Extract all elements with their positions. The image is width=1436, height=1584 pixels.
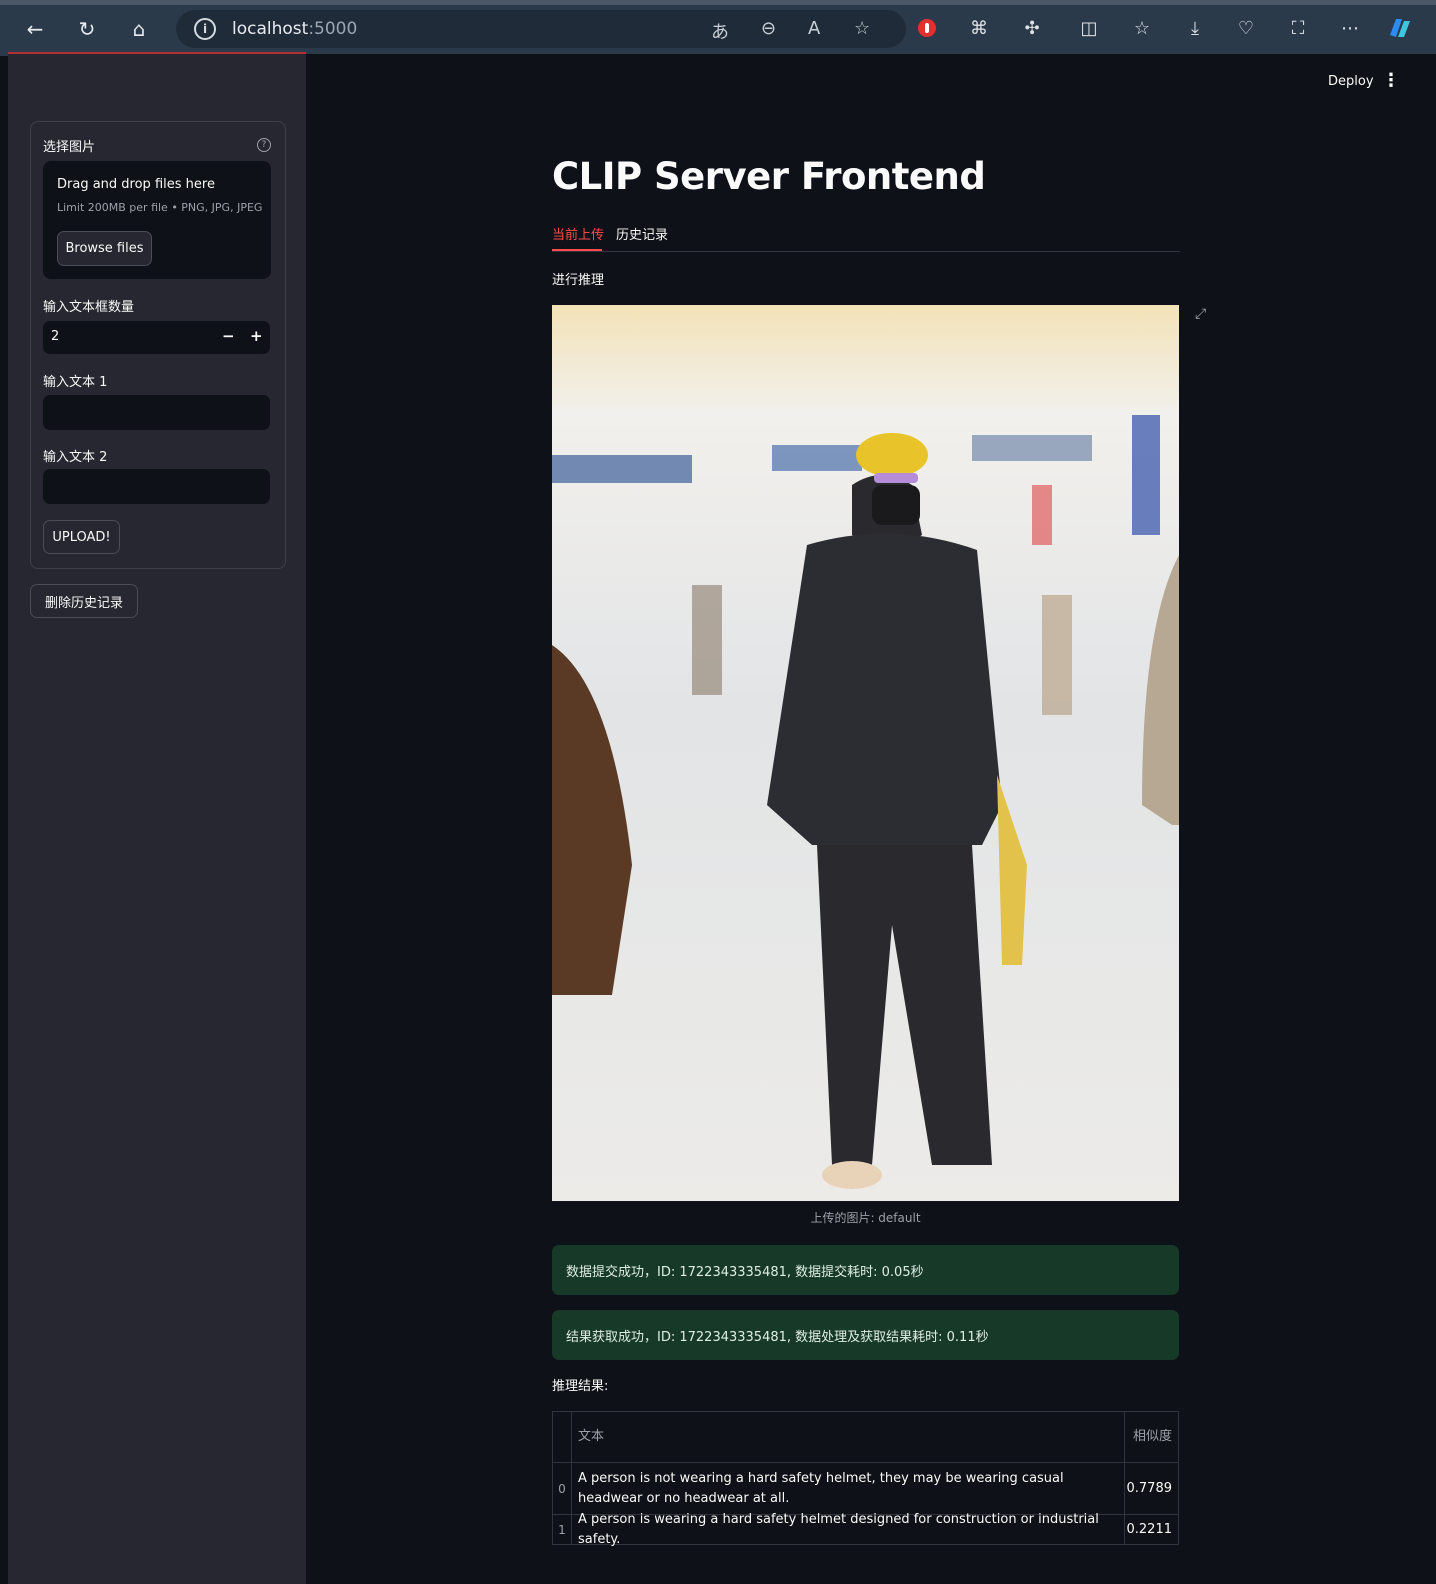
site-info-icon[interactable]: i bbox=[194, 18, 216, 40]
main-menu-icon[interactable]: ⋮ bbox=[1382, 70, 1400, 91]
row-index: 1 bbox=[553, 1515, 572, 1544]
copilot-icon[interactable] bbox=[1386, 15, 1412, 41]
inference-section-label: 进行推理 bbox=[552, 273, 605, 288]
table-row: 1 A person is wearing a hard safety helm… bbox=[553, 1512, 1178, 1547]
uploader-label: 选择图片 bbox=[43, 140, 96, 155]
tab-strip bbox=[0, 0, 1436, 5]
more-options-icon[interactable]: ⋯ bbox=[1337, 15, 1363, 41]
header-score-cell[interactable]: 相似度 bbox=[1125, 1412, 1178, 1462]
upload-button[interactable]: UPLOAD! bbox=[43, 520, 120, 554]
table-row: 0 A person is not wearing a hard safety … bbox=[553, 1462, 1178, 1514]
result-success-alert: 结果获取成功，ID: 1722343335481, 数据处理及获取结果耗时: 0… bbox=[552, 1310, 1179, 1360]
submit-success-alert: 数据提交成功，ID: 1722343335481, 数据提交耗时: 0.05秒 bbox=[552, 1245, 1179, 1295]
text2-label: 输入文本 2 bbox=[43, 450, 108, 465]
text-count-label: 输入文本框数量 bbox=[43, 300, 135, 315]
tabs-divider bbox=[552, 251, 1180, 252]
dropzone-title: Drag and drop files here bbox=[57, 177, 215, 192]
row-text: A person is not wearing a hard safety he… bbox=[572, 1463, 1125, 1514]
submit-success-text: 数据提交成功，ID: 1722343335481, 数据提交耗时: 0.05秒 bbox=[566, 1265, 924, 1280]
header-index-cell bbox=[553, 1412, 572, 1462]
increment-button[interactable]: + bbox=[250, 327, 263, 345]
result-table: 文本 相似度 0 A person is not wearing a hard … bbox=[552, 1411, 1179, 1547]
text-count-input[interactable] bbox=[43, 321, 270, 354]
extension-translate-icon[interactable]: ⌘ bbox=[966, 15, 992, 41]
fullscreen-icon[interactable]: ⤢ bbox=[1195, 306, 1213, 324]
translate-icon[interactable]: あ bbox=[711, 18, 729, 44]
delete-history-button[interactable]: 删除历史记录 bbox=[30, 584, 138, 618]
screenshot-icon[interactable]: ⛶ bbox=[1285, 15, 1311, 41]
extension-red-icon[interactable] bbox=[914, 15, 940, 41]
favorites-icon[interactable]: ☆ bbox=[1129, 15, 1155, 41]
browse-files-button[interactable]: Browse files bbox=[57, 231, 152, 266]
result-label: 推理结果: bbox=[552, 1379, 609, 1394]
decrement-button[interactable]: − bbox=[222, 327, 235, 345]
back-icon[interactable]: ← bbox=[20, 14, 50, 44]
tab-current-upload[interactable]: 当前上传 bbox=[552, 224, 604, 243]
page-title: CLIP Server Frontend bbox=[552, 155, 986, 198]
browser-toolbar: ← ↻ ⌂ i localhost:5000 あ ⊖ A ☆ ⌘ ✣ ◫ ☆ ⤓… bbox=[0, 0, 1436, 56]
extensions-puzzle-icon[interactable]: ✣ bbox=[1019, 15, 1045, 41]
reload-icon[interactable]: ↻ bbox=[72, 14, 102, 44]
read-aloud-icon[interactable]: A bbox=[808, 18, 820, 39]
row-score: 0.7789 bbox=[1126, 1481, 1173, 1496]
tab-history[interactable]: 历史记录 bbox=[616, 224, 668, 243]
table-header-row: 文本 相似度 bbox=[553, 1412, 1178, 1462]
url-text[interactable]: localhost:5000 bbox=[232, 19, 357, 39]
home-icon[interactable]: ⌂ bbox=[124, 14, 154, 44]
uploaded-photo bbox=[552, 305, 1179, 1201]
row-text: A person is wearing a hard safety helmet… bbox=[572, 1512, 1125, 1547]
row-score: 0.2211 bbox=[1126, 1522, 1173, 1537]
split-screen-icon[interactable]: ◫ bbox=[1076, 15, 1102, 41]
text1-label: 输入文本 1 bbox=[43, 375, 108, 390]
zoom-icon[interactable]: ⊖ bbox=[761, 18, 776, 39]
image-caption: 上传的图片: default bbox=[810, 1211, 921, 1225]
downloads-icon[interactable]: ⤓ bbox=[1182, 15, 1208, 41]
text2-input[interactable] bbox=[43, 469, 270, 504]
header-text-cell[interactable]: 文本 bbox=[572, 1412, 1125, 1462]
row-index: 0 bbox=[553, 1463, 572, 1514]
help-icon[interactable]: ? bbox=[257, 138, 271, 152]
active-tab-indicator bbox=[552, 249, 602, 251]
browser-essentials-icon[interactable]: ♡ bbox=[1233, 15, 1259, 41]
address-bar[interactable]: i localhost:5000 あ ⊖ A ☆ bbox=[176, 10, 906, 48]
dropzone-limit-text: Limit 200MB per file • PNG, JPG, JPEG bbox=[57, 201, 263, 214]
text1-input[interactable] bbox=[43, 395, 270, 430]
deploy-button[interactable]: Deploy bbox=[1328, 74, 1374, 89]
result-success-text: 结果获取成功，ID: 1722343335481, 数据处理及获取结果耗时: 0… bbox=[566, 1330, 989, 1345]
text-count-value[interactable]: 2 bbox=[51, 329, 59, 344]
favorite-star-icon[interactable]: ☆ bbox=[854, 18, 870, 39]
